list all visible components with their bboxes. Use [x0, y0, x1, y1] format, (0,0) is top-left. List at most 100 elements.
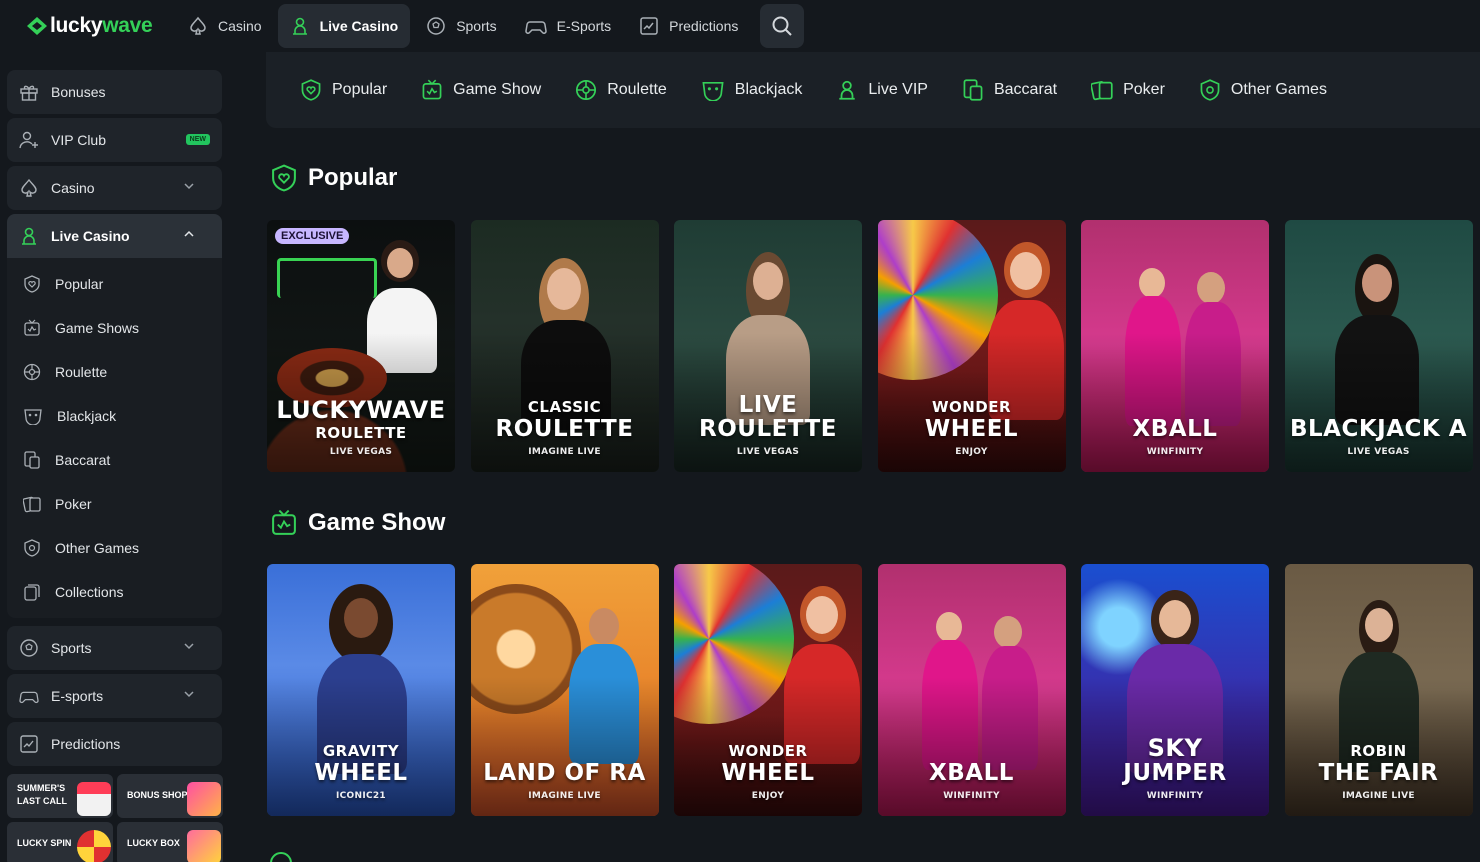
gamepad-icon — [524, 21, 547, 34]
topnav-sports[interactable]: Sports — [414, 4, 508, 48]
dealer-icon — [22, 227, 36, 245]
host-face-art — [1159, 600, 1191, 638]
game-card-gravity-wheel[interactable]: GRAVITY WHEEL ICONIC21 — [267, 564, 455, 816]
game-card-wonder-wheel-2[interactable]: WONDER WHEEL ENJOY — [674, 564, 862, 816]
sidebar-item-casino[interactable]: Casino — [7, 166, 222, 210]
submenu-item-blackjack[interactable]: Blackjack — [7, 394, 222, 438]
game-card-blackjack-a[interactable]: BLACKJACK A LIVE VEGAS — [1284, 220, 1473, 472]
category-tab-label: Popular — [332, 81, 388, 98]
promo-grid: SUMMER'S LAST CALL BONUS SHOP LUCKY SPIN… — [7, 774, 223, 862]
submenu-item-popular[interactable]: Popular — [7, 262, 222, 306]
chart-icon — [640, 17, 658, 35]
category-tab-other-games[interactable]: Other Games — [1199, 79, 1327, 101]
game-provider: WINFINITY — [1146, 447, 1204, 457]
topnav-casino[interactable]: Casino — [176, 4, 274, 48]
other-games-icon — [24, 539, 40, 557]
topnav-esports[interactable]: E-Sports — [513, 4, 623, 48]
promo-lucky-box[interactable]: LUCKY BOX — [117, 822, 223, 862]
host-face-art — [588, 608, 619, 644]
search-button[interactable] — [760, 4, 805, 48]
dealer-face-art — [1009, 252, 1042, 290]
game-card-wonder-wheel[interactable]: WONDER WHEEL ENJOY — [877, 220, 1066, 472]
host-face-art — [344, 598, 378, 638]
other-games-icon — [1200, 79, 1220, 101]
game-card-classic-roulette[interactable]: CLASSIC ROULETTE IMAGINE LIVE — [470, 220, 659, 472]
sidebar-item-sports[interactable]: Sports — [7, 626, 222, 670]
tv-icon — [24, 319, 40, 336]
category-tab-poker[interactable]: Poker — [1091, 79, 1165, 101]
game-title-top: ROBIN — [1350, 742, 1407, 760]
topnav-label: Casino — [218, 18, 262, 34]
category-tab-label: Roulette — [607, 81, 667, 98]
heart-shield-icon — [24, 275, 40, 293]
topnav-predictions[interactable]: Predictions — [627, 4, 750, 48]
submenu-item-collections[interactable]: Collections — [7, 570, 222, 614]
category-tab-game-show[interactable]: Game Show — [421, 79, 541, 101]
football-icon — [20, 639, 38, 657]
tv-icon — [422, 79, 442, 100]
search-icon — [772, 16, 793, 36]
category-tab-live-vip[interactable]: Live VIP — [836, 79, 928, 101]
category-tab-popular[interactable]: Popular — [300, 79, 387, 101]
host-face-art — [1197, 272, 1225, 304]
game-card-luckywave-roulette[interactable]: EXCLUSIVE LUCKYWAVE ROULETTE LIVE VEGAS — [267, 220, 455, 472]
game-provider: ENJOY — [751, 791, 785, 801]
game-provider: IMAGINE LIVE — [1342, 791, 1415, 801]
topnav-label: Sports — [456, 18, 497, 34]
sidebar-item-esports[interactable]: E-sports — [7, 674, 222, 718]
game-card-sky-jumper[interactable]: SKY JUMPER WINFINITY — [1081, 564, 1269, 816]
category-tab-blackjack[interactable]: Blackjack — [701, 79, 803, 101]
logo[interactable]: lucky wave — [26, 14, 176, 38]
game-card-live-roulette[interactable]: LIVE ROULETTE LIVE VEGAS — [674, 220, 862, 472]
dealer-face-art — [546, 268, 581, 310]
dealer-icon — [839, 80, 856, 100]
section-title-game-show[interactable]: Game Show — [270, 508, 445, 538]
sidebar-item-label: Live Casino — [51, 228, 130, 244]
category-tab-label: Baccarat — [993, 81, 1058, 98]
game-card-robin-the-fair[interactable]: ROBIN THE FAIR IMAGINE LIVE — [1284, 564, 1473, 816]
promo-summers-last-call[interactable]: SUMMER'S LAST CALL — [7, 774, 113, 818]
sidebar-item-vip-club[interactable]: VIP Club NEW — [7, 118, 222, 162]
section-title-popular[interactable]: Popular — [270, 163, 397, 193]
sidebar-item-label: Sports — [51, 640, 92, 656]
roulette-icon — [23, 363, 41, 381]
game-provider: IMAGINE LIVE — [528, 791, 601, 801]
promo-lucky-spin[interactable]: LUCKY SPIN — [7, 822, 113, 862]
game-title: LAND OF RA — [483, 760, 646, 786]
category-tab-baccarat[interactable]: Baccarat — [962, 79, 1057, 101]
sidebar-item-label: Predictions — [51, 736, 121, 752]
category-tab-label: Blackjack — [734, 81, 803, 98]
submenu-item-roulette[interactable]: Roulette — [7, 350, 222, 394]
app-root: lucky wave Casino Live Casino Sports E-Sp… — [0, 0, 1480, 862]
logo-icon — [27, 17, 47, 35]
game-title: XBALL — [1132, 416, 1218, 442]
game-provider: WINFINITY — [1146, 791, 1204, 801]
host-face-art — [993, 616, 1022, 648]
category-tab-roulette[interactable]: Roulette — [575, 79, 667, 101]
chevron-up-icon — [184, 230, 194, 237]
submenu-item-other-games[interactable]: Other Games — [7, 526, 222, 570]
sidebar-item-live-casino[interactable]: Live Casino — [7, 214, 222, 258]
logo-text-wave: wave — [102, 14, 153, 37]
sidebar-item-bonuses[interactable]: Bonuses — [7, 70, 222, 114]
game-title: WHEEL — [314, 760, 408, 786]
sidebar: Bonuses VIP Club NEW Casino Live Casino … — [0, 52, 236, 862]
submenu-item-baccarat[interactable]: Baccarat — [7, 438, 222, 482]
submenu-item-game-shows[interactable]: Game Shows — [7, 306, 222, 350]
dealer-face-art — [387, 248, 413, 278]
logo-text-lucky: lucky — [50, 14, 103, 37]
game-card-land-of-ra[interactable]: LAND OF RA IMAGINE LIVE — [470, 564, 659, 816]
game-title: JUMPER — [1123, 760, 1227, 786]
promo-bonus-shop[interactable]: BONUS SHOP — [117, 774, 223, 818]
category-tab-label: Other Games — [1230, 81, 1327, 98]
sidebar-item-label: Bonuses — [51, 84, 106, 100]
submenu-item-poker[interactable]: Poker — [7, 482, 222, 526]
gamepad-icon — [19, 691, 39, 704]
sidebar-item-predictions[interactable]: Predictions — [7, 722, 222, 766]
host-face-art — [1364, 608, 1393, 642]
dealer-face-art — [753, 262, 783, 300]
game-card-xball-2[interactable]: XBALL WINFINITY — [877, 564, 1066, 816]
submenu-item-label: Other Games — [55, 540, 140, 556]
game-card-xball[interactable]: XBALL WINFINITY — [1081, 220, 1269, 472]
topnav-live-casino[interactable]: Live Casino — [277, 4, 411, 48]
